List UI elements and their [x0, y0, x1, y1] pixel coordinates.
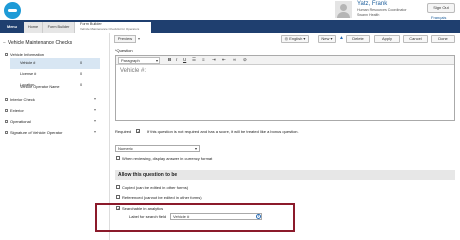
tree-section-vehicle-information[interactable]: Vehicle Information [5, 52, 44, 57]
copied-checkbox[interactable] [116, 185, 120, 189]
tree-item-vehicle-number[interactable]: Vehicle # [10, 58, 100, 69]
cancel-button[interactable]: Cancel [403, 35, 428, 43]
section-expand-icon[interactable] [5, 120, 8, 124]
user-role: Human Resources Coordinator [357, 8, 407, 12]
outdent-icon[interactable]: ⇤ [222, 57, 226, 63]
bullet-list-icon[interactable]: ☰ [192, 57, 196, 63]
indent-icon[interactable]: ⇥ [212, 57, 216, 63]
editor-toolbar: Paragraph B I U ☰ ≡ ⇥ ⇤ ∞ ⊘ [116, 56, 454, 65]
numbered-list-icon[interactable]: ≡ [202, 57, 205, 62]
app-logo [4, 2, 21, 19]
globe-icon: ◎ [284, 36, 289, 41]
section-expand-icon[interactable] [5, 109, 8, 113]
tree-item-license-number[interactable]: License # [10, 69, 100, 80]
tree-item-vehicle-operator-name[interactable]: Vehicle Operator Name [10, 82, 100, 93]
tree-section-operational[interactable]: Operational [5, 119, 31, 124]
referenced-label: Referenced (cannot be edited in other fo… [122, 195, 202, 200]
chevron-down-icon[interactable]: ▾ [138, 36, 140, 41]
menu-button[interactable]: Menu [0, 21, 24, 33]
tab-form-builder[interactable]: Form Builder [42, 22, 74, 33]
question-text[interactable]: Vehicle #: [120, 68, 146, 74]
tab-form-builder-active[interactable]: Form Builder Vehicle Maintenance Checkli… [74, 22, 151, 33]
collapse-icon[interactable]: − [3, 40, 6, 46]
tree-item-count: 0 [80, 72, 83, 76]
tab-home[interactable]: Home [24, 22, 42, 33]
currency-checkbox[interactable] [116, 156, 120, 160]
tree-item-count: 0 [80, 61, 83, 65]
question-editor[interactable]: Paragraph B I U ☰ ≡ ⇥ ⇤ ∞ ⊘ Vehicle #: [115, 55, 455, 121]
chevron-down-icon[interactable]: ▾ [94, 96, 96, 101]
tree-section-signature[interactable]: Signature of Vehicle Operator [5, 130, 62, 135]
searchable-checkbox[interactable]: ✓ [116, 206, 120, 211]
user-name[interactable]: Yatz, Frank [357, 1, 387, 7]
section-collapse-icon[interactable] [5, 53, 8, 57]
referenced-checkbox[interactable] [116, 195, 120, 199]
copied-label: Copied (can be edited in other forms) [122, 185, 189, 190]
user-org: Swann Health [357, 13, 380, 17]
question-label: *Question [115, 48, 133, 53]
search-field-label: Label for search field [129, 214, 167, 219]
delete-button[interactable]: Delete [346, 35, 370, 43]
answer-type-select[interactable]: Numeric [115, 145, 200, 152]
section-expand-icon[interactable] [5, 98, 8, 102]
tree-section-exterior[interactable]: Exterior [5, 108, 24, 113]
bold-icon[interactable]: B [168, 57, 171, 62]
underline-icon[interactable]: U [183, 57, 186, 62]
chevron-down-icon[interactable]: ▾ [94, 107, 96, 112]
apply-button[interactable]: Apply [374, 35, 400, 43]
chevron-down-icon[interactable]: ▾ [94, 118, 96, 123]
tab-bar: Menu Home Form Builder Form Builder Vehi… [0, 20, 460, 33]
form-tree-title[interactable]: − Vehicle Maintenance Checks [3, 40, 72, 46]
required-note: If this question is not required and has… [147, 129, 299, 134]
arrow-up-icon[interactable]: ▲ [339, 35, 344, 41]
paragraph-select[interactable]: Paragraph [118, 57, 160, 64]
search-field-input[interactable]: Vehicle # [170, 213, 262, 220]
allow-section-header: Allow this question to be [115, 170, 455, 180]
link-icon[interactable]: ∞ [233, 57, 236, 62]
tab-active-subtitle: Vehicle Maintenance Checklist for Operat… [80, 27, 140, 31]
sign-out-button[interactable]: Sign Out [427, 3, 455, 13]
section-expand-icon[interactable] [5, 131, 8, 135]
preview-button[interactable]: Preview [114, 35, 136, 43]
tree-section-interior-check[interactable]: Interior Check [5, 97, 35, 102]
info-icon[interactable]: i [256, 214, 261, 219]
unlink-icon[interactable]: ⊘ [243, 57, 247, 63]
language-select[interactable]: ◎ English ▾ [281, 35, 309, 43]
italic-icon[interactable]: I [176, 57, 177, 62]
required-checkbox[interactable]: ✓ [136, 129, 140, 134]
done-button[interactable]: Done [431, 35, 455, 43]
app-header: Yatz, Frank Human Resources Coordinator … [0, 0, 460, 20]
chevron-down-icon[interactable]: ▾ [94, 129, 96, 134]
user-avatar [335, 1, 352, 18]
searchable-label: Searchable in analytics [122, 206, 164, 211]
currency-label: When reviewing, display answer in curren… [122, 156, 213, 161]
required-label: Required [115, 129, 132, 134]
new-button[interactable]: New ▾ [318, 35, 336, 43]
